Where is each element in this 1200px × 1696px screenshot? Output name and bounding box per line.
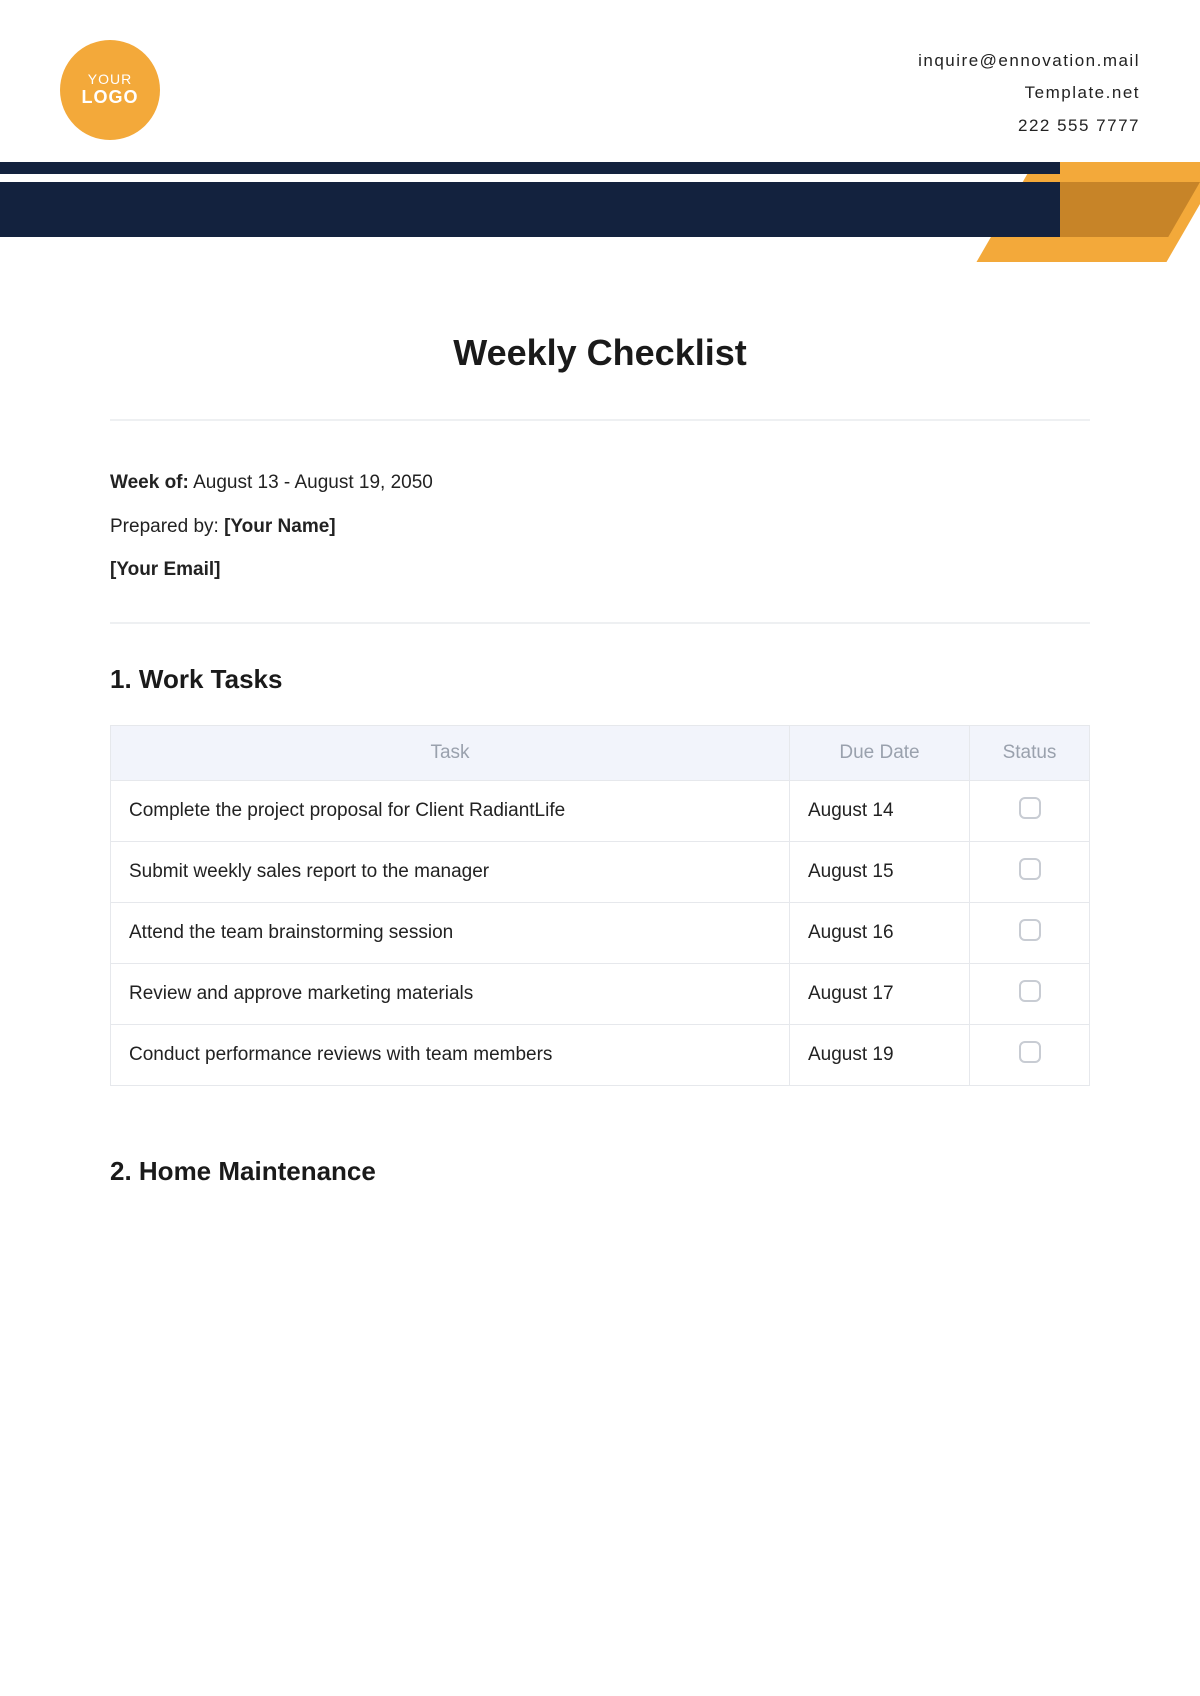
week-label: Week of: bbox=[110, 472, 189, 493]
status-cell bbox=[970, 902, 1090, 963]
checkbox-icon[interactable] bbox=[1019, 980, 1041, 1002]
contact-site: Template.net bbox=[918, 77, 1140, 109]
checkbox-icon[interactable] bbox=[1019, 1041, 1041, 1063]
table-row: Attend the team brainstorming session Au… bbox=[111, 902, 1090, 963]
table-row: Submit weekly sales report to the manage… bbox=[111, 841, 1090, 902]
contact-email: inquire@ennovation.mail bbox=[918, 45, 1140, 77]
task-cell: Attend the team brainstorming session bbox=[111, 902, 790, 963]
status-cell bbox=[970, 841, 1090, 902]
status-cell bbox=[970, 780, 1090, 841]
table-row: Conduct performance reviews with team me… bbox=[111, 1024, 1090, 1085]
header: YOUR LOGO inquire@ennovation.mail Templa… bbox=[0, 40, 1200, 142]
email-value: [Your Email] bbox=[110, 559, 221, 580]
table-header-row: Task Due Date Status bbox=[111, 725, 1090, 780]
document-page: YOUR LOGO inquire@ennovation.mail Templa… bbox=[0, 0, 1200, 1696]
logo-line2: LOGO bbox=[82, 88, 139, 108]
task-cell: Review and approve marketing materials bbox=[111, 963, 790, 1024]
col-task: Task bbox=[111, 725, 790, 780]
due-cell: August 16 bbox=[790, 902, 970, 963]
due-cell: August 17 bbox=[790, 963, 970, 1024]
week-line: Week of: August 13 - August 19, 2050 bbox=[110, 461, 1090, 505]
meta-block: Week of: August 13 - August 19, 2050 Pre… bbox=[110, 421, 1090, 622]
status-cell bbox=[970, 963, 1090, 1024]
table-row: Review and approve marketing materials A… bbox=[111, 963, 1090, 1024]
thick-bar bbox=[0, 182, 1060, 237]
thin-bar bbox=[0, 162, 1060, 174]
header-band bbox=[0, 162, 1200, 262]
table-row: Complete the project proposal for Client… bbox=[111, 780, 1090, 841]
contact-phone: 222 555 7777 bbox=[918, 110, 1140, 142]
logo-line1: YOUR bbox=[88, 72, 132, 87]
checkbox-icon[interactable] bbox=[1019, 858, 1041, 880]
page-title: Weekly Checklist bbox=[110, 332, 1090, 374]
divider bbox=[110, 622, 1090, 624]
contact-block: inquire@ennovation.mail Template.net 222… bbox=[918, 45, 1140, 142]
checkbox-icon[interactable] bbox=[1019, 797, 1041, 819]
col-due: Due Date bbox=[790, 725, 970, 780]
prepared-line: Prepared by: [Your Name] bbox=[110, 505, 1090, 549]
due-cell: August 19 bbox=[790, 1024, 970, 1085]
section-title-home: 2. Home Maintenance bbox=[110, 1156, 1090, 1187]
due-cell: August 15 bbox=[790, 841, 970, 902]
prepared-value: [Your Name] bbox=[224, 516, 336, 537]
status-cell bbox=[970, 1024, 1090, 1085]
task-cell: Conduct performance reviews with team me… bbox=[111, 1024, 790, 1085]
checkbox-icon[interactable] bbox=[1019, 919, 1041, 941]
task-cell: Submit weekly sales report to the manage… bbox=[111, 841, 790, 902]
content: Weekly Checklist Week of: August 13 - Au… bbox=[0, 262, 1200, 1187]
prepared-label: Prepared by: bbox=[110, 516, 219, 537]
due-cell: August 14 bbox=[790, 780, 970, 841]
week-value: August 13 - August 19, 2050 bbox=[193, 472, 433, 493]
task-cell: Complete the project proposal for Client… bbox=[111, 780, 790, 841]
email-line: [Your Email] bbox=[110, 548, 1090, 592]
logo: YOUR LOGO bbox=[60, 40, 160, 140]
col-status: Status bbox=[970, 725, 1090, 780]
section-title-work: 1. Work Tasks bbox=[110, 664, 1090, 695]
work-tasks-table: Task Due Date Status Complete the projec… bbox=[110, 725, 1090, 1086]
